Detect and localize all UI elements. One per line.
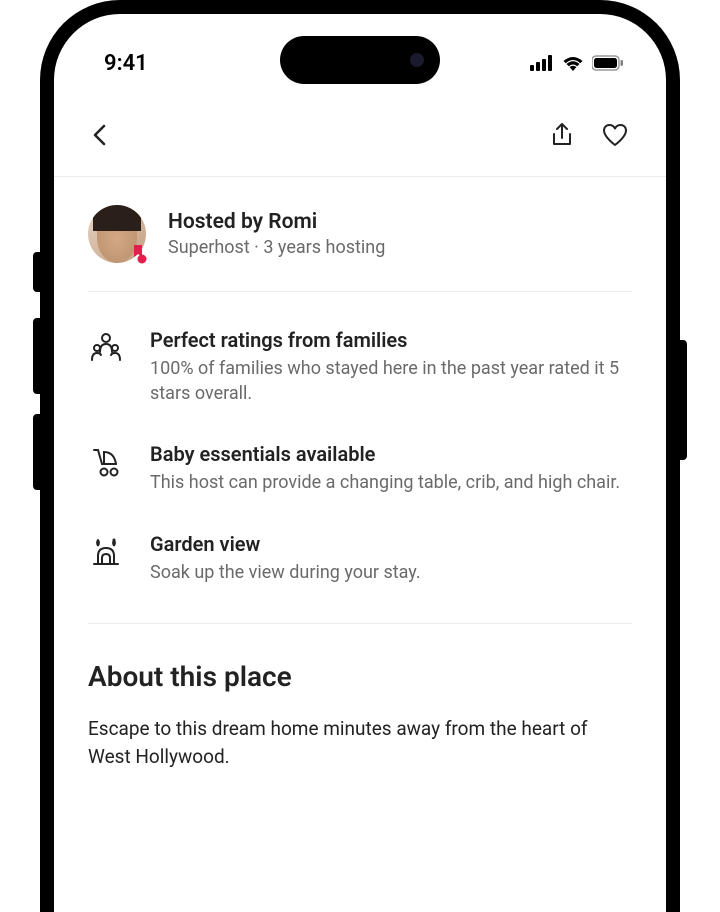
chevron-left-icon [92,124,106,146]
host-text: Hosted by Romi Superhost · 3 years hosti… [168,210,385,258]
host-subtitle: Superhost · 3 years hosting [168,237,385,258]
battery-icon [592,55,624,71]
superhost-badge-icon [126,243,150,267]
features-section: Perfect ratings from families 100% of fa… [88,292,632,624]
share-button[interactable] [550,122,574,152]
side-button [33,252,40,292]
garden-icon [88,534,124,570]
feature-title: Garden view [150,532,421,556]
camera-dot [410,53,424,67]
volume-up-button [33,318,40,394]
about-section: About this place Escape to this dream ho… [88,624,632,808]
status-time: 9:41 [104,51,148,76]
favorite-button[interactable] [602,123,628,151]
phone-bezel: 9:41 [40,0,680,912]
family-icon [88,330,124,366]
feature-desc: Soak up the view during your stay. [150,560,421,585]
heart-icon [602,123,628,147]
back-button[interactable] [92,124,106,150]
about-heading: About this place [88,660,632,693]
dynamic-island [280,36,440,84]
cellular-icon [530,55,554,71]
status-icons [530,55,624,71]
feature-garden-view: Garden view Soak up the view during your… [88,532,632,585]
wifi-icon [562,55,584,71]
feature-title: Perfect ratings from families [150,328,632,352]
feature-desc: This host can provide a changing table, … [150,470,620,495]
phone-mockup: 9:41 [0,0,720,912]
host-avatar-wrap [88,205,146,263]
host-section[interactable]: Hosted by Romi Superhost · 3 years hosti… [88,177,632,292]
feature-family-ratings: Perfect ratings from families 100% of fa… [88,328,632,406]
host-title: Hosted by Romi [168,210,385,234]
share-icon [550,122,574,148]
about-body: Escape to this dream home minutes away f… [88,715,632,772]
volume-down-button [33,414,40,490]
nav-bar [54,84,666,177]
feature-desc: 100% of families who stayed here in the … [150,356,632,406]
stroller-icon [88,444,124,480]
feature-title: Baby essentials available [150,442,620,466]
content-area: Hosted by Romi Superhost · 3 years hosti… [54,177,666,808]
feature-baby-essentials: Baby essentials available This host can … [88,442,632,495]
power-button [680,340,687,460]
